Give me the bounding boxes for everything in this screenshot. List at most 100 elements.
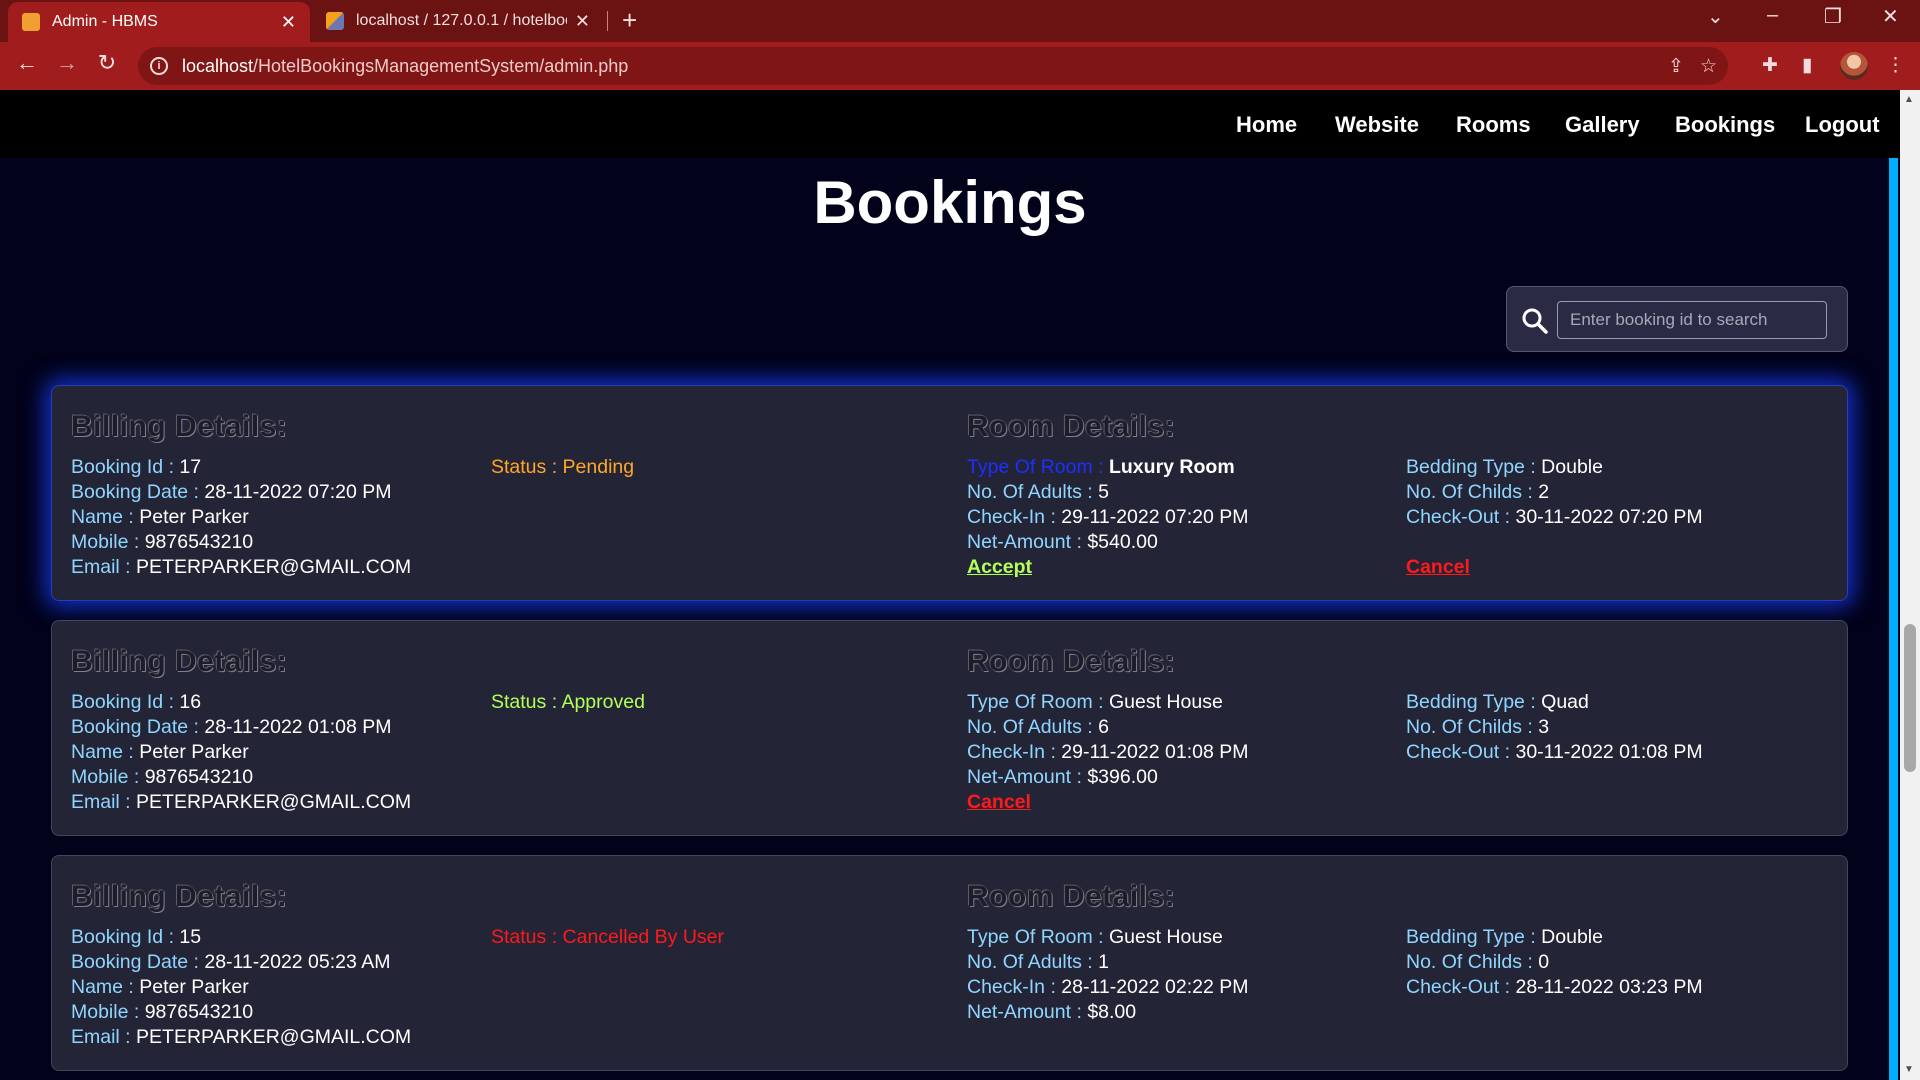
page-title: Bookings	[813, 169, 1087, 236]
bookmark-star-icon[interactable]: ☆	[1700, 55, 1717, 78]
room-details-column: Type Of Room : Luxury Room No. Of Adults…	[967, 455, 1248, 580]
tab-search-chevron-icon[interactable]: ⌄	[1707, 4, 1724, 29]
nav-logout-link[interactable]: Logout	[1805, 112, 1880, 138]
mobile-row: Mobile : 9876543210	[71, 531, 254, 553]
nav-home-link[interactable]: Home	[1236, 112, 1297, 138]
address-bar[interactable]: i localhost/HotelBookingsManagementSyste…	[138, 47, 1728, 85]
phpmyadmin-favicon-icon	[326, 12, 344, 30]
status-badge: Status : Cancelled By User	[491, 926, 725, 948]
billing-details-heading: Billing Details:	[71, 645, 288, 678]
adults-row: No. Of Adults : 6	[967, 716, 1110, 738]
booking-id-row: Booking Id : 15	[71, 926, 202, 948]
cancel-link[interactable]: Cancel	[1406, 556, 1470, 578]
room-details-column-2: Bedding Type : Quad No. Of Childs : 3 Ch…	[1406, 690, 1703, 765]
bedding-row: Bedding Type : Quad	[1406, 691, 1589, 713]
close-tab-icon[interactable]: ✕	[575, 11, 590, 32]
room-details-column: Type Of Room : Guest House No. Of Adults…	[967, 690, 1248, 815]
reload-icon[interactable]: ↻	[91, 50, 123, 76]
checkout-row: Check-Out : 30-11-2022 07:20 PM	[1406, 506, 1703, 528]
scroll-up-arrow-icon[interactable]: ▲	[1904, 94, 1914, 105]
childs-row: No. Of Childs : 3	[1406, 716, 1550, 738]
booking-date-row: Booking Date : 28-11-2022 05:23 AM	[71, 951, 391, 973]
status-badge: Status : Approved	[491, 691, 645, 713]
bedding-row: Bedding Type : Double	[1406, 456, 1603, 478]
nav-bookings-link[interactable]: Bookings	[1675, 112, 1775, 138]
name-row: Name : Peter Parker	[71, 976, 249, 998]
billing-details-column: Booking Id : 16 Booking Date : 28-11-202…	[71, 690, 411, 815]
room-type-row: Type Of Room : Guest House	[967, 691, 1223, 713]
net-amount-row: Net-Amount : $540.00	[967, 531, 1158, 553]
side-panel-icon[interactable]: ▮	[1802, 54, 1812, 77]
page-viewport: Home Website Rooms Gallery Bookings Logo…	[0, 90, 1900, 1080]
booking-id-row: Booking Id : 16	[71, 691, 202, 713]
email-row: Email : PETERPARKER@GMAIL.COM	[71, 791, 412, 813]
site-info-icon[interactable]: i	[150, 57, 168, 75]
booking-id-search-input[interactable]	[1557, 301, 1827, 339]
net-amount-row: Net-Amount : $396.00	[967, 766, 1158, 788]
checkout-row: Check-Out : 28-11-2022 03:23 PM	[1406, 976, 1703, 998]
restore-icon[interactable]: ❐	[1824, 4, 1842, 29]
profile-avatar[interactable]	[1840, 52, 1868, 80]
childs-row: No. Of Childs : 0	[1406, 951, 1550, 973]
room-details-heading: Room Details:	[967, 645, 1176, 678]
forward-icon[interactable]: →	[51, 50, 83, 76]
name-row: Name : Peter Parker	[71, 741, 249, 763]
scrollbar-thumb[interactable]	[1904, 624, 1916, 772]
email-row: Email : PETERPARKER@GMAIL.COM	[71, 1026, 412, 1048]
url-text: localhost/HotelBookingsManagementSystem/…	[182, 55, 629, 76]
new-tab-icon[interactable]: +	[622, 5, 637, 36]
mobile-row: Mobile : 9876543210	[71, 1001, 254, 1023]
page-scrollbar[interactable]: ▲ ▼	[1900, 90, 1920, 1080]
booking-id-row: Booking Id : 17	[71, 456, 202, 478]
menu-kebab-icon[interactable]: ⋮	[1886, 54, 1905, 77]
adults-row: No. Of Adults : 5	[967, 481, 1110, 503]
room-details-heading: Room Details:	[967, 410, 1176, 443]
browser-tabstrip: Admin - HBMS ✕ localhost / 127.0.0.1 / h…	[0, 0, 1920, 42]
browser-toolbar: ← → ↻ i localhost/HotelBookingsManagemen…	[0, 42, 1920, 90]
hotel-favicon-icon	[22, 13, 40, 31]
booking-card-16: Billing Details: Room Details: Booking I…	[51, 620, 1848, 836]
billing-details-heading: Billing Details:	[71, 410, 288, 443]
billing-details-column: Booking Id : 15 Booking Date : 28-11-202…	[71, 925, 411, 1050]
extensions-icon[interactable]: ✚	[1762, 54, 1778, 77]
checkout-row: Check-Out : 30-11-2022 01:08 PM	[1406, 741, 1703, 763]
room-details-column-2: Bedding Type : Double No. Of Childs : 0 …	[1406, 925, 1703, 1000]
booking-date-row: Booking Date : 28-11-2022 07:20 PM	[71, 481, 392, 503]
tab-label: localhost / 127.0.0.1 / hotelbooki	[356, 12, 567, 29]
status-badge: Status : Pending	[491, 456, 635, 478]
bedding-row: Bedding Type : Double	[1406, 926, 1603, 948]
back-icon[interactable]: ←	[11, 50, 43, 76]
mobile-row: Mobile : 9876543210	[71, 766, 254, 788]
checkin-row: Check-In : 29-11-2022 01:08 PM	[967, 741, 1249, 763]
booking-card-15: Billing Details: Room Details: Booking I…	[51, 855, 1848, 1071]
nav-website-link[interactable]: Website	[1335, 112, 1419, 138]
tab-admin-hbms[interactable]: Admin - HBMS ✕	[8, 2, 310, 42]
close-tab-icon[interactable]: ✕	[281, 12, 296, 33]
tab-phpmyadmin[interactable]: localhost / 127.0.0.1 / hotelbooki ✕	[312, 0, 604, 42]
site-navbar: Home Website Rooms Gallery Bookings Logo…	[0, 90, 1900, 158]
checkin-row: Check-In : 28-11-2022 02:22 PM	[967, 976, 1249, 998]
adults-row: No. Of Adults : 1	[967, 951, 1110, 973]
room-details-column-2: Bedding Type : Double No. Of Childs : 2 …	[1406, 455, 1703, 580]
room-type-row: Type Of Room : Guest House	[967, 926, 1223, 948]
tab-label: Admin - HBMS	[52, 13, 158, 30]
nav-rooms-link[interactable]: Rooms	[1456, 112, 1531, 138]
room-details-heading: Room Details:	[967, 880, 1176, 913]
search-icon	[1522, 308, 1548, 334]
share-icon[interactable]: ⇪	[1668, 55, 1684, 78]
scroll-down-arrow-icon[interactable]: ▼	[1904, 1064, 1914, 1075]
cancel-link[interactable]: Cancel	[967, 791, 1031, 813]
childs-row: No. Of Childs : 2	[1406, 481, 1550, 503]
close-window-icon[interactable]: ✕	[1882, 4, 1899, 29]
booking-search-box	[1506, 286, 1848, 352]
minimize-icon[interactable]: –	[1767, 4, 1778, 27]
net-amount-row: Net-Amount : $8.00	[967, 1001, 1137, 1023]
accept-link[interactable]: Accept	[967, 556, 1032, 578]
checkin-row: Check-In : 29-11-2022 07:20 PM	[967, 506, 1249, 528]
booking-date-row: Booking Date : 28-11-2022 01:08 PM	[71, 716, 392, 738]
name-row: Name : Peter Parker	[71, 506, 249, 528]
room-details-column: Type Of Room : Guest House No. Of Adults…	[967, 925, 1248, 1025]
page-accent-bar	[1889, 158, 1898, 1080]
nav-gallery-link[interactable]: Gallery	[1565, 112, 1640, 138]
booking-card-17: Billing Details: Room Details: Booking I…	[51, 385, 1848, 601]
